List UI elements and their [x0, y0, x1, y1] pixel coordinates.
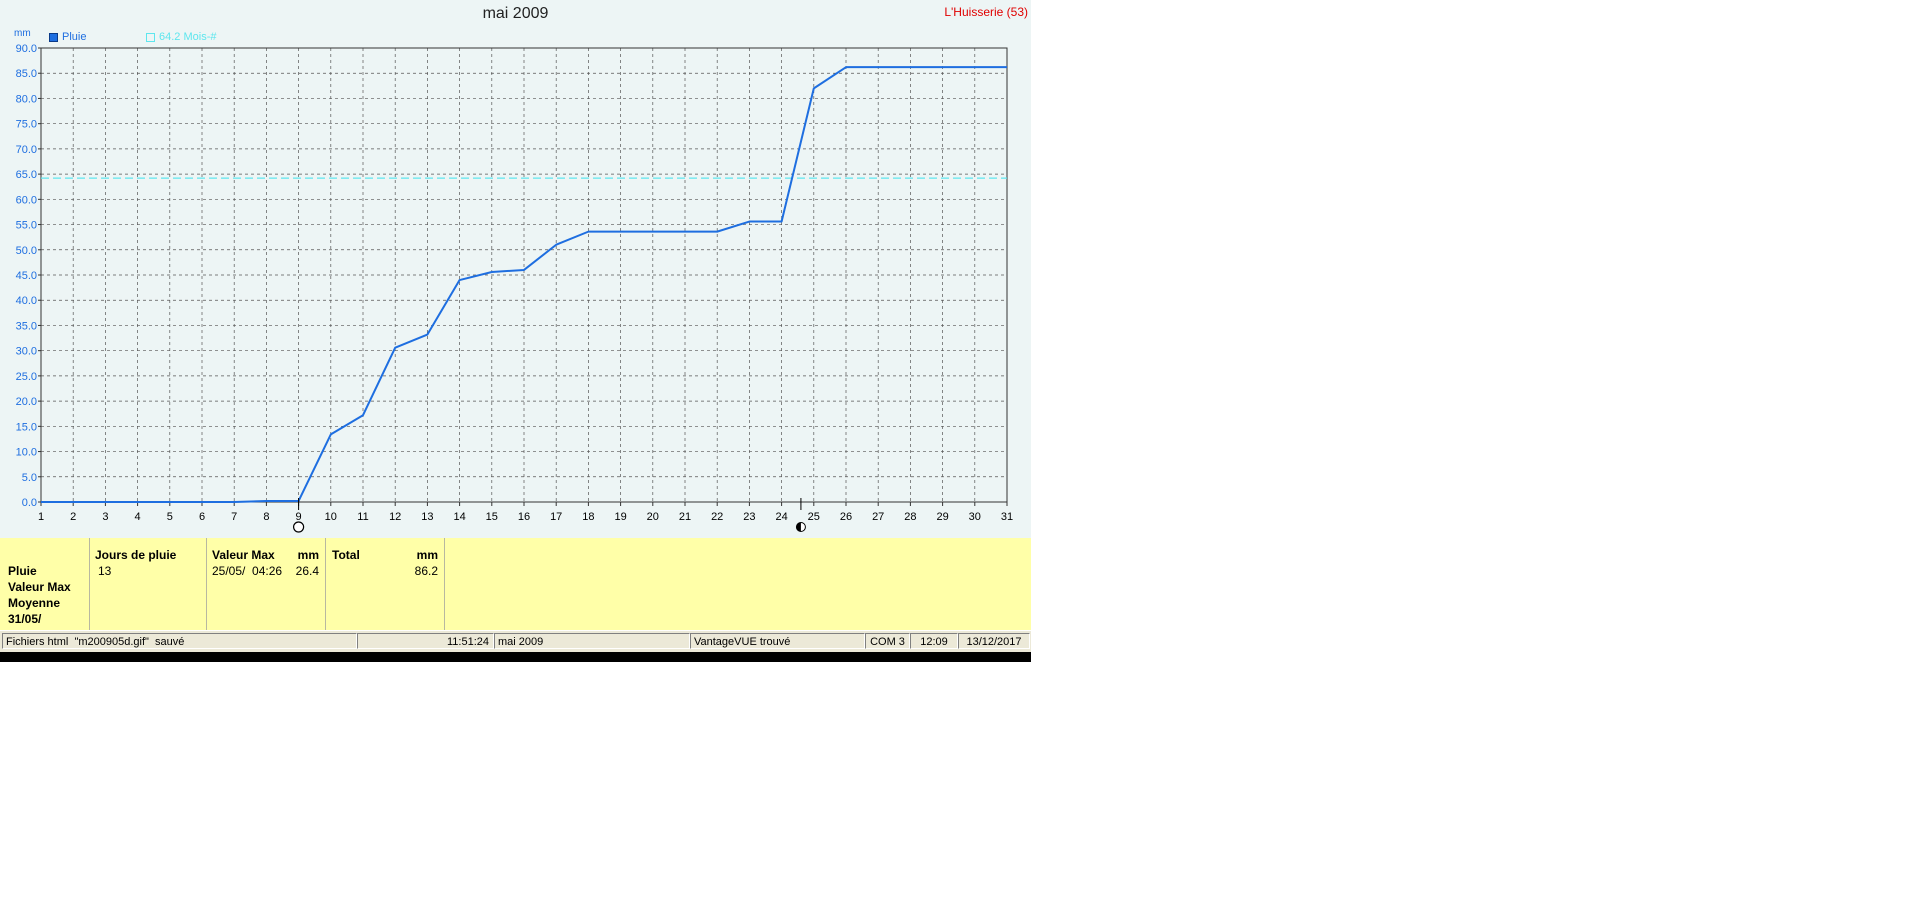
rain-chart: 0.0 5.0 10.0 15.0 20.0 25.0 30.0 35.0 40.0 45.0 50… — [16, 43, 1013, 533]
stats-col-total: Total mm 86.2 — [326, 538, 445, 630]
x-tick-label: 6 — [199, 511, 205, 523]
status-file-time: 11:51:24 — [357, 633, 494, 649]
x-tick-label: 30 — [969, 511, 981, 523]
status-month: mai 2009 — [494, 633, 690, 649]
total-value: 86.2 — [414, 564, 438, 578]
y-tick-label: 75.0 — [16, 119, 37, 131]
x-tick-label: 18 — [582, 511, 594, 523]
total-unit: mm — [416, 548, 438, 562]
chart-title: mai 2009 — [482, 5, 549, 22]
station-name: L'Huisserie (53) — [944, 5, 1028, 19]
x-tick-label: 20 — [647, 511, 659, 523]
y-tick-label: 70.0 — [16, 144, 37, 156]
x-tick-label: 9 — [296, 511, 302, 523]
y-tick-label: 40.0 — [16, 295, 37, 307]
x-tick-label: 22 — [711, 511, 723, 523]
y-unit-label: mm — [14, 28, 31, 39]
x-tick-label: 23 — [743, 511, 755, 523]
chart-area: 0.0 5.0 10.0 15.0 20.0 25.0 30.0 35.0 40.0 45.0 50… — [0, 0, 1031, 538]
row-label-valeur-max: Valeur Max — [8, 580, 71, 594]
status-bar: Fichiers html "m200905d.gif" sauvé 11:51… — [0, 631, 1031, 652]
x-tick-label: 28 — [904, 511, 916, 523]
x-tick-label: 4 — [135, 511, 141, 523]
new-moon-icon — [293, 521, 305, 533]
status-device: VantageVUE trouvé — [690, 633, 865, 649]
x-tick-label: 19 — [614, 511, 626, 523]
y-tick-label: 90.0 — [16, 43, 37, 55]
y-tick-label: 0.0 — [22, 497, 37, 509]
stats-col-valeur-max: Valeur Max mm 25/05/ 04:26 26.4 — [207, 538, 326, 630]
y-tick-label: 45.0 — [16, 270, 37, 282]
jours-value: 13 — [98, 564, 112, 578]
x-tick-label: 13 — [421, 511, 433, 523]
x-tick-label: 10 — [325, 511, 337, 523]
stats-col-jours: Jours de pluie 13 — [90, 538, 207, 630]
x-tick-label: 25 — [808, 511, 820, 523]
row-label-date: 31/05/ — [8, 612, 42, 626]
row-label-moyenne: Moyenne — [8, 596, 61, 610]
x-tick-label: 31 — [1001, 511, 1013, 523]
y-tick-label: 20.0 — [16, 396, 37, 408]
legend-swatch-icon — [49, 32, 58, 42]
y-tick-label: 35.0 — [16, 320, 37, 332]
status-clock: 12:09 — [910, 633, 958, 649]
x-tick-label: 17 — [550, 511, 562, 523]
x-tick-label: 7 — [231, 511, 237, 523]
legend-swatch-icon — [146, 32, 155, 42]
weather-app-window: 0.0 5.0 10.0 15.0 20.0 25.0 30.0 35.0 40.0 45.0 50… — [0, 0, 1031, 662]
valeur-max-unit: mm — [297, 548, 319, 562]
y-tick-label: 55.0 — [16, 220, 37, 232]
y-tick-label: 10.0 — [16, 447, 37, 459]
x-tick-label: 2 — [70, 511, 76, 523]
legend-item-month-average[interactable]: 64.2 Mois-# — [146, 31, 216, 43]
x-tick-label: 27 — [872, 511, 884, 523]
x-tick-label: 26 — [840, 511, 852, 523]
y-tick-label: 30.0 — [16, 346, 37, 358]
x-tick-label: 5 — [167, 511, 173, 523]
y-tick-label: 85.0 — [16, 68, 37, 80]
stats-row-labels: Pluie Valeur Max Moyenne 31/05/ — [0, 538, 90, 630]
jours-header: Jours de pluie — [95, 548, 177, 562]
legend-item-pluie[interactable]: Pluie — [49, 31, 86, 43]
y-tick-label: 15.0 — [16, 421, 37, 433]
y-tick-label: 50.0 — [16, 245, 37, 257]
y-tick-label: 60.0 — [16, 194, 37, 206]
y-tick-label: 65.0 — [16, 169, 37, 181]
y-tick-label: 25.0 — [16, 371, 37, 383]
x-tick-label: 15 — [486, 511, 498, 523]
row-label-pluie: Pluie — [8, 564, 37, 578]
x-tick-label: 3 — [102, 511, 108, 523]
x-tick-label: 12 — [389, 511, 401, 523]
valeur-max-value: 26.4 — [295, 564, 319, 578]
status-date: 13/12/2017 — [958, 633, 1030, 649]
taskbar-strip — [0, 652, 1031, 662]
legend-label: 64.2 Mois-# — [159, 31, 217, 43]
x-tick-label: 11 — [357, 511, 368, 523]
x-tick-label: 21 — [679, 511, 691, 523]
status-file-message: Fichiers html "m200905d.gif" sauvé — [2, 633, 357, 649]
total-header: Total — [332, 548, 360, 562]
x-tick-label: 16 — [518, 511, 530, 523]
status-port: COM 3 — [865, 633, 910, 649]
x-tick-label: 1 — [38, 511, 44, 523]
x-tick-label: 8 — [263, 511, 269, 523]
stats-panel: Pluie Valeur Max Moyenne 31/05/ Jours de… — [0, 538, 1031, 630]
valeur-max-header: Valeur Max — [212, 548, 275, 562]
y-tick-label: 5.0 — [22, 472, 37, 484]
legend-label: Pluie — [62, 31, 87, 43]
x-tick-label: 14 — [453, 511, 465, 523]
y-tick-label: 80.0 — [16, 93, 37, 105]
valeur-max-date: 25/05/ 04:26 — [212, 564, 283, 578]
x-tick-label: 24 — [775, 511, 787, 523]
x-tick-label: 29 — [936, 511, 948, 523]
